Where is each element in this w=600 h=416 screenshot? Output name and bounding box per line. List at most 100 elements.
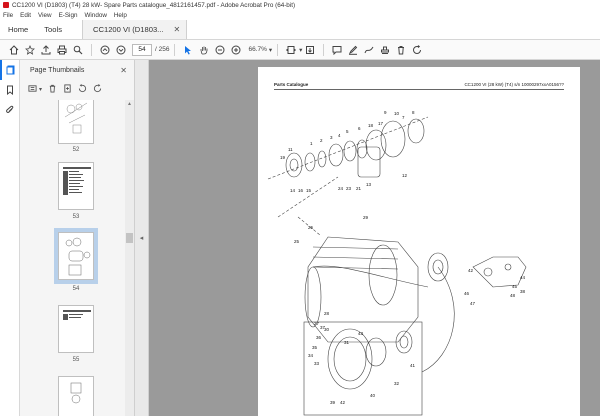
callout-label: 21 bbox=[356, 186, 362, 191]
upload-icon[interactable] bbox=[38, 42, 54, 58]
page-thumbnail-selected[interactable] bbox=[54, 228, 98, 284]
callout-label: 25 bbox=[294, 239, 300, 244]
thumbnail-label: 52 bbox=[72, 147, 80, 153]
comment-icon[interactable] bbox=[329, 42, 345, 58]
callout-label: 41 bbox=[410, 363, 416, 368]
callout-label: 45 bbox=[512, 284, 518, 289]
callout-label: 12 bbox=[402, 173, 408, 178]
highlight-pen-icon[interactable] bbox=[345, 42, 361, 58]
callout-label: 36 bbox=[316, 335, 322, 340]
tab-bar: Home Tools CC1200 VI (D1803... ✕ bbox=[0, 20, 600, 40]
home-icon[interactable] bbox=[6, 42, 22, 58]
menu-esign[interactable]: E-Sign bbox=[59, 12, 78, 19]
panel-title: Page Thumbnails bbox=[30, 66, 85, 74]
star-icon[interactable] bbox=[22, 42, 38, 58]
toolbar-divider bbox=[91, 43, 92, 56]
menu-window[interactable]: Window bbox=[84, 12, 106, 19]
menu-file[interactable]: File bbox=[3, 12, 13, 19]
callout-label: 42 bbox=[468, 268, 474, 273]
rotate-right-icon[interactable] bbox=[93, 83, 102, 95]
page-thumbnail[interactable] bbox=[58, 162, 94, 210]
page-thumbnails-icon[interactable] bbox=[0, 60, 20, 80]
zoom-in-icon[interactable] bbox=[228, 42, 244, 58]
page-number-input[interactable]: 54 bbox=[132, 43, 152, 56]
zoom-out-icon[interactable] bbox=[212, 42, 228, 58]
callout-label: 44 bbox=[520, 275, 526, 280]
callout-label: 27 bbox=[314, 321, 320, 326]
callout-label: 31 bbox=[344, 340, 350, 345]
zoom-level-dropdown[interactable]: 66.7% bbox=[248, 46, 266, 53]
thumbnail-label: 54 bbox=[72, 286, 80, 292]
print-icon[interactable] bbox=[54, 42, 70, 58]
rotate-icon[interactable] bbox=[409, 42, 425, 58]
menu-edit[interactable]: Edit bbox=[20, 12, 31, 19]
callout-label: 5 bbox=[346, 129, 349, 134]
stamp-icon[interactable] bbox=[377, 42, 393, 58]
callout-label: 42 bbox=[340, 400, 346, 405]
window-titlebar: CC1200 VI (D1803) (T4) 28 kW- Spare Part… bbox=[0, 0, 600, 10]
delete-icon[interactable] bbox=[393, 42, 409, 58]
callout-label: 39 bbox=[330, 400, 336, 405]
draw-icon[interactable] bbox=[361, 42, 377, 58]
attachment-icon[interactable] bbox=[0, 100, 20, 120]
rotate-left-icon[interactable] bbox=[78, 83, 87, 95]
callout-label: 1 bbox=[310, 141, 313, 146]
callout-label: 8 bbox=[412, 110, 415, 115]
previous-page-icon[interactable] bbox=[97, 42, 113, 58]
acrobat-app-icon bbox=[3, 2, 9, 8]
page-thumbnail[interactable] bbox=[58, 376, 94, 416]
search-icon[interactable] bbox=[70, 42, 86, 58]
close-icon[interactable]: ✕ bbox=[120, 66, 127, 75]
bookmark-icon[interactable] bbox=[0, 80, 20, 100]
callout-label: 47 bbox=[470, 301, 476, 306]
callout-label: 37 bbox=[320, 325, 326, 330]
toolbar-divider bbox=[323, 43, 325, 56]
callout-label: 32 bbox=[394, 381, 400, 386]
pdf-page: Parts Catalogue CC1200 VI (28 kW) (T4) s… bbox=[258, 67, 580, 416]
chevron-left-icon[interactable]: ◂ bbox=[140, 234, 144, 242]
workspace: Page Thumbnails ✕ ▾ 52 53 54 55 ▲ ◂ Part… bbox=[0, 60, 600, 416]
hand-tool-icon[interactable] bbox=[196, 42, 212, 58]
callout-label: 6 bbox=[358, 126, 361, 131]
page-thumbnail[interactable] bbox=[58, 305, 94, 353]
next-page-icon[interactable] bbox=[113, 42, 129, 58]
callout-label: 16 bbox=[298, 188, 304, 193]
menu-view[interactable]: View bbox=[38, 12, 52, 19]
thumbnail-label: 53 bbox=[72, 214, 80, 220]
callout-label: 9 bbox=[384, 110, 387, 115]
callout-label: 11 bbox=[288, 147, 293, 152]
callout-label: 24 bbox=[338, 186, 344, 191]
tab-home[interactable]: Home bbox=[0, 20, 36, 39]
chevron-down-icon[interactable]: ▾ bbox=[269, 46, 272, 54]
page-thumbnail[interactable] bbox=[58, 100, 94, 144]
scroll-mode-icon[interactable] bbox=[302, 42, 318, 58]
delete-page-icon[interactable] bbox=[48, 84, 57, 95]
fit-page-icon[interactable] bbox=[283, 42, 299, 58]
thumbnail-scrollbar[interactable]: ▲ bbox=[125, 100, 134, 416]
insert-page-icon[interactable] bbox=[63, 83, 72, 95]
chevron-down-icon[interactable]: ▾ bbox=[39, 86, 42, 93]
scroll-up-icon[interactable]: ▲ bbox=[125, 100, 134, 109]
collapse-panel-handle[interactable]: ◂ bbox=[135, 60, 149, 416]
callout-label: 43 bbox=[358, 331, 364, 336]
select-cursor-icon[interactable] bbox=[180, 42, 196, 58]
tab-tools[interactable]: Tools bbox=[36, 20, 70, 39]
tab-document[interactable]: CC1200 VI (D1803... ✕ bbox=[82, 20, 188, 39]
callout-label: 46 bbox=[464, 291, 470, 296]
scrollbar-thumb[interactable] bbox=[126, 233, 133, 243]
callout-label: 29 bbox=[363, 215, 369, 220]
page-total: / 256 bbox=[155, 46, 170, 53]
callout-label: 14 bbox=[290, 188, 296, 193]
callout-label: 34 bbox=[308, 353, 314, 358]
document-viewer: Parts Catalogue CC1200 VI (28 kW) (T4) s… bbox=[149, 60, 600, 416]
callout-label: 40 bbox=[370, 393, 376, 398]
tab-document-label: CC1200 VI (D1803... bbox=[93, 25, 164, 34]
close-tab-icon[interactable]: ✕ bbox=[174, 25, 181, 34]
callout-label: 18 bbox=[368, 123, 374, 128]
callout-label: 15 bbox=[306, 188, 312, 193]
toolbar-divider bbox=[277, 43, 279, 56]
options-menu-icon[interactable] bbox=[28, 84, 37, 95]
menu-help[interactable]: Help bbox=[114, 12, 127, 19]
callout-label: 7 bbox=[402, 115, 405, 120]
panel-toolbar: ▾ bbox=[20, 80, 134, 98]
